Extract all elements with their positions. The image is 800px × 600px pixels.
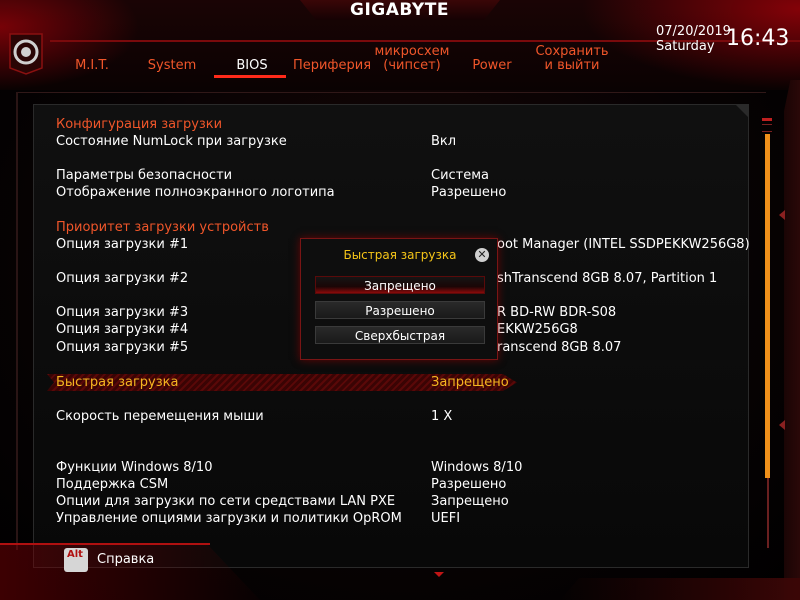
arrow-left-icon [779,210,785,220]
footer-divider [0,543,210,545]
help-label[interactable]: Справка [97,552,154,567]
setting-label: Параметры безопасности [56,168,233,183]
popup-option-ultra-fast[interactable]: Сверхбыстрая [315,326,485,344]
day-text: Saturday [656,39,715,54]
clock: 16:43 [726,26,790,51]
setting-label: Скорость перемещения мыши [56,409,264,424]
popup-option-enabled[interactable]: Разрешено [315,301,485,319]
tab-bios[interactable]: BIOS [212,42,292,78]
tab-system[interactable]: System [132,42,212,78]
main-tabs: M.I.T. System BIOS Периферия микросхем (… [52,42,612,78]
setting-value: Разрешено [431,477,507,492]
setting-label: Управление опциями загрузки и политики O… [56,511,402,526]
setting-value: 1 X [431,409,453,424]
setting-value: Windows 8/10 [431,460,523,475]
setting-value: R BD-RW BDR-S08 [497,305,617,320]
setting-label: Опция загрузки #1 [56,237,189,252]
setting-value: Вкл [431,134,457,149]
date-text: 07/20/2019 [656,24,731,39]
setting-label: Состояние NumLock при загрузке [56,134,287,149]
tab-chipset[interactable]: микросхем (чипсет) [372,42,452,78]
fast-boot-popup: Быстрая загрузка ✕ Запрещено Разрешено С… [300,238,498,360]
setting-value: UEFI [431,511,461,526]
scroll-down-icon[interactable] [434,572,444,577]
alt-key-icon[interactable]: Alt [64,548,88,572]
tab-mit[interactable]: M.I.T. [52,42,132,78]
setting-value: Запрещено [431,375,509,390]
setting-label: Поддержка CSM [56,477,169,492]
tab-peripherals[interactable]: Периферия [292,42,372,78]
setting-value: Запрещено [431,494,509,509]
setting-label: Опция загрузки #2 [56,271,189,286]
section-boot-config: Конфигурация загрузки [56,117,223,132]
gear-logo-icon [9,33,43,75]
section-boot-priority: Приоритет загрузки устройств [56,220,269,235]
popup-option-disabled[interactable]: Запрещено [315,276,485,294]
setting-label: Опция загрузки #4 [56,322,189,337]
setting-value: EKKW256G8 [497,322,578,337]
frame-line [16,92,766,93]
tab-power[interactable]: Power [452,42,532,78]
date-display: 07/20/2019 Saturday [656,24,731,54]
bios-screen: GIGABYTE M.I.T. System BIOS Периферия ми… [0,0,800,600]
setting-value: shTranscend 8GB 8.07, Partition 1 [497,271,718,286]
scrollbar-thumb[interactable] [765,134,770,478]
scrollbar-track[interactable] [767,478,769,548]
scrollbar-grip [762,124,772,132]
setting-label: Опции для загрузки по сети средствами LA… [56,494,396,509]
brand-logo-text: GIGABYTE [350,0,449,20]
active-tab-indicator [214,75,286,78]
frame-line [16,92,18,550]
setting-value: Разрешено [431,185,507,200]
setting-label: Опция загрузки #3 [56,305,189,320]
popup-title: Быстрая загрузка [343,248,457,262]
tab-save-exit[interactable]: Сохранить и выйти [532,42,612,78]
setting-label: Быстрая загрузка [56,375,179,390]
footer-right-decoration [560,578,800,600]
setting-label: Отображение полноэкранного логотипа [56,185,335,200]
setting-value: oot Manager (INTEL SSDPEKKW256G8) [497,237,750,252]
setting-label: Функции Windows 8/10 [56,460,213,475]
setting-value: ranscend 8GB 8.07 [497,340,622,355]
right-frame-decoration [784,80,800,600]
close-icon[interactable]: ✕ [475,248,489,262]
setting-label: Опция загрузки #5 [56,340,189,355]
setting-value: Система [431,168,490,183]
arrow-left-icon [779,420,785,430]
panel-corner [735,104,749,118]
scrollbar-cap [762,118,772,121]
